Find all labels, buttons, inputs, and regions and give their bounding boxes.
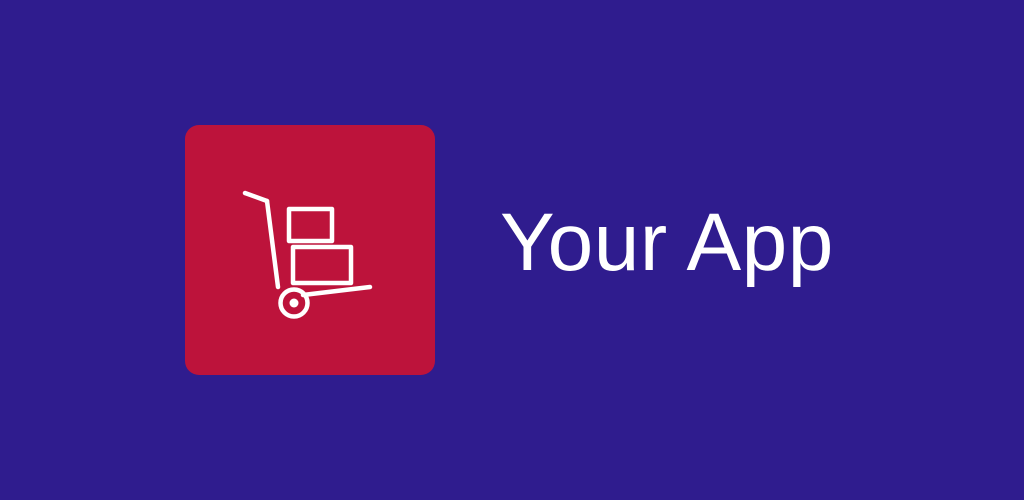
hand-truck-icon <box>242 190 373 319</box>
app-icon-tile <box>185 125 435 375</box>
app-name-title: Your App <box>500 197 834 288</box>
app-banner: Your App <box>0 0 1024 500</box>
